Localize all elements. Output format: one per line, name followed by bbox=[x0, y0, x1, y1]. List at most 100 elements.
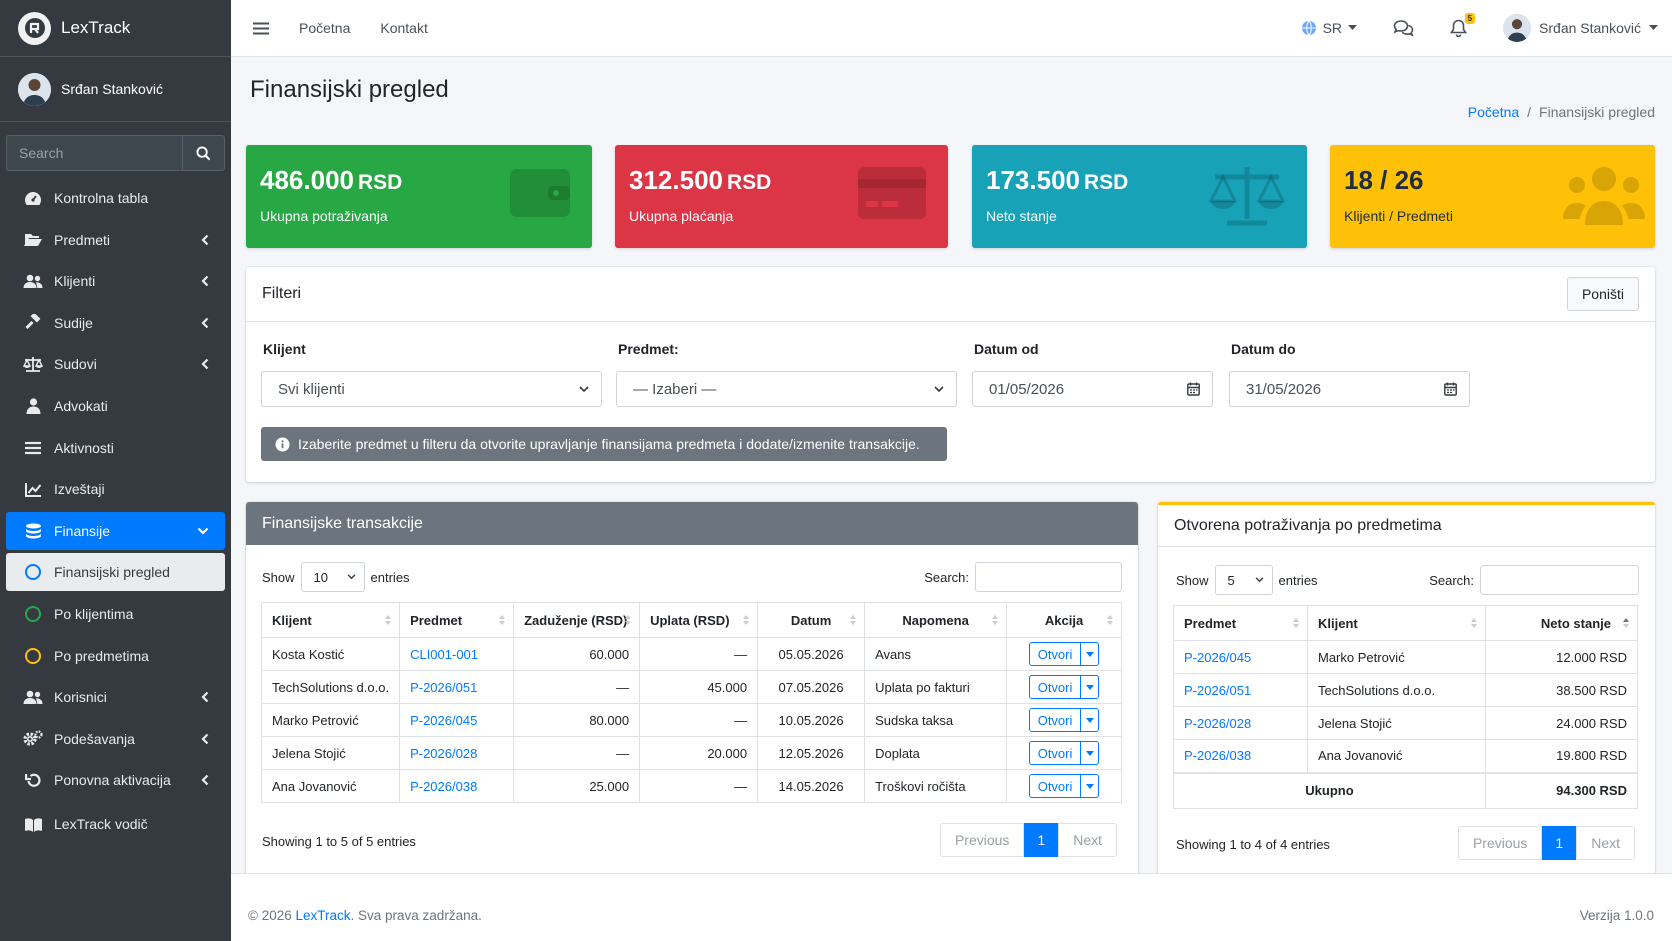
open-button[interactable]: Otvori bbox=[1030, 676, 1081, 698]
chevron-left-icon bbox=[201, 234, 209, 245]
case-link[interactable]: P-2026/045 bbox=[1184, 650, 1251, 665]
column-header-net-balance[interactable]: Neto stanje bbox=[1485, 605, 1638, 641]
cell-action: Otvori bbox=[1006, 769, 1122, 803]
case-link[interactable]: CLI001-001 bbox=[410, 647, 478, 662]
receivables-card: Otvorena potraživanja po predmetima Show… bbox=[1158, 502, 1655, 875]
open-button[interactable]: Otvori bbox=[1030, 742, 1081, 764]
receivables-page-size-select[interactable]: 5 bbox=[1214, 565, 1273, 595]
column-header-action[interactable]: Akcija bbox=[1006, 602, 1122, 638]
nav-link-contact[interactable]: Kontakt bbox=[380, 20, 427, 36]
cell-client: TechSolutions d.o.o. bbox=[260, 670, 401, 704]
column-header-client[interactable]: Klijent bbox=[260, 602, 401, 638]
dropdown-toggle-button[interactable] bbox=[1080, 643, 1098, 665]
sidebar-item-activities[interactable]: Aktivnosti bbox=[6, 429, 225, 467]
sidebar-item-reactivation[interactable]: Ponovna aktivacija bbox=[6, 761, 225, 799]
case-link[interactable]: P-2026/051 bbox=[1184, 683, 1251, 698]
case-select[interactable]: — Izaberi — bbox=[616, 371, 957, 407]
comments-icon bbox=[1393, 20, 1414, 37]
sidebar-item-by-cases[interactable]: Po predmetima bbox=[6, 637, 225, 675]
pagination-previous[interactable]: Previous bbox=[939, 823, 1025, 857]
dropdown-toggle-button[interactable] bbox=[1080, 676, 1098, 698]
table-row: P-2026/028 Jelena Stojić 24.000 RSD bbox=[1173, 706, 1638, 740]
pagination-next[interactable]: Next bbox=[1058, 823, 1117, 857]
dropdown-toggle-button[interactable] bbox=[1080, 742, 1098, 764]
sidebar-search-input[interactable] bbox=[6, 135, 182, 171]
cell-payment: 45.000 bbox=[639, 670, 759, 704]
sidebar-item-finance[interactable]: Finansije bbox=[6, 511, 225, 550]
sidebar-item-settings[interactable]: Podešavanja bbox=[6, 720, 225, 758]
receivables-search-input[interactable] bbox=[1480, 565, 1639, 595]
menu-toggle-button[interactable] bbox=[253, 22, 269, 35]
brand[interactable]: LexTrack bbox=[0, 0, 231, 57]
sidebar-item-reports[interactable]: Izveštaji bbox=[6, 470, 225, 508]
sidebar-item-judges[interactable]: Sudije bbox=[6, 304, 225, 342]
transactions-search-input[interactable] bbox=[975, 562, 1122, 592]
messages-button[interactable] bbox=[1393, 19, 1414, 37]
stat-unit: RSD bbox=[357, 171, 403, 194]
pagination-previous[interactable]: Previous bbox=[1457, 826, 1543, 860]
breadcrumb-home[interactable]: Početna bbox=[1468, 104, 1519, 120]
case-link[interactable]: P-2026/038 bbox=[410, 779, 477, 794]
sort-icon bbox=[499, 615, 506, 625]
column-header-debit[interactable]: Zaduženje (RSD) bbox=[513, 602, 641, 638]
stat-value: 18 / 26 bbox=[1344, 165, 1424, 195]
sidebar-item-by-clients[interactable]: Po klijentima bbox=[6, 595, 225, 633]
notifications-button[interactable]: 5 bbox=[1450, 13, 1476, 37]
footer-copyright: © 2026 LexTrack. Sva prava zadržana. bbox=[248, 908, 482, 923]
pagination-page-1[interactable]: 1 bbox=[1024, 823, 1059, 857]
sidebar-item-clients[interactable]: Klijenti bbox=[6, 262, 225, 300]
column-header-case[interactable]: Predmet bbox=[1173, 605, 1308, 641]
cogs-icon bbox=[22, 730, 44, 748]
user-menu[interactable]: Srđan Stanković bbox=[1503, 14, 1658, 42]
cell-action: Otvori bbox=[1006, 703, 1122, 737]
footer-brand-link[interactable]: LexTrack bbox=[296, 908, 351, 923]
sidebar-item-dashboard[interactable]: Kontrolna tabla bbox=[6, 179, 225, 217]
user-panel[interactable]: Srđan Stanković bbox=[0, 57, 231, 122]
chevron-down-icon bbox=[579, 385, 589, 392]
table-row: Ana Jovanović P-2026/038 25.000—14.05.2026… bbox=[260, 769, 1122, 803]
column-header-case[interactable]: Predmet bbox=[399, 602, 515, 638]
dropdown-toggle-button[interactable] bbox=[1080, 709, 1098, 731]
sidebar-search-button[interactable] bbox=[182, 135, 225, 171]
column-header-note[interactable]: Napomena bbox=[864, 602, 1008, 638]
sidebar-item-lawyers[interactable]: Advokati bbox=[6, 387, 225, 425]
pagination-next[interactable]: Next bbox=[1576, 826, 1635, 860]
pagination-page-1[interactable]: 1 bbox=[1542, 826, 1577, 860]
nav-link-home[interactable]: Početna bbox=[299, 20, 350, 36]
case-link[interactable]: P-2026/028 bbox=[1184, 716, 1251, 731]
circle-icon bbox=[25, 605, 41, 622]
column-header-payment[interactable]: Uplata (RSD) bbox=[639, 602, 759, 638]
sidebar-item-users[interactable]: Korisnici bbox=[6, 678, 225, 716]
dropdown-toggle-button[interactable] bbox=[1080, 775, 1098, 797]
page-title: Finansijski pregled bbox=[250, 76, 449, 103]
case-filter-label: Predmet: bbox=[618, 341, 679, 357]
case-link[interactable]: P-2026/038 bbox=[1184, 748, 1251, 763]
case-link[interactable]: P-2026/045 bbox=[410, 713, 477, 728]
cell-debit: 25.000 bbox=[513, 769, 641, 803]
column-header-date[interactable]: Datum bbox=[757, 602, 866, 638]
sidebar-search bbox=[6, 135, 225, 171]
cell-case: P-2026/045 bbox=[399, 703, 515, 737]
open-button[interactable]: Otvori bbox=[1030, 709, 1081, 731]
caret-down-icon bbox=[1649, 25, 1658, 30]
date-to-input[interactable]: 31/05/2026 bbox=[1229, 371, 1470, 407]
balance-scale-icon bbox=[22, 355, 44, 373]
case-link[interactable]: P-2026/028 bbox=[410, 746, 477, 761]
table-row: Kosta Kostić CLI001-001 60.000—05.05.2026 A… bbox=[260, 637, 1122, 671]
transactions-page-size-select[interactable]: 10 bbox=[300, 562, 365, 592]
language-dropdown[interactable]: SR bbox=[1301, 20, 1358, 36]
open-button[interactable]: Otvori bbox=[1030, 775, 1081, 797]
reset-filters-button[interactable]: Poništi bbox=[1566, 277, 1639, 311]
column-header-client[interactable]: Klijent bbox=[1307, 605, 1486, 641]
sidebar-item-courts[interactable]: Sudovi bbox=[6, 345, 225, 383]
client-select[interactable]: Svi klijenti bbox=[261, 371, 602, 407]
sidebar-item-guide[interactable]: LexTrack vodič bbox=[6, 805, 225, 843]
case-link[interactable]: P-2026/051 bbox=[410, 680, 477, 695]
date-from-input[interactable]: 01/05/2026 bbox=[972, 371, 1213, 407]
open-action-group: Otvori bbox=[1028, 675, 1100, 699]
sidebar-item-cases[interactable]: Predmeti bbox=[6, 221, 225, 259]
open-button[interactable]: Otvori bbox=[1030, 643, 1081, 665]
transactions-table-body: Kosta Kostić CLI001-001 60.000—05.05.2026 A… bbox=[260, 637, 1122, 803]
sidebar-item-financial-overview[interactable]: Finansijski pregled bbox=[6, 553, 225, 592]
users-icon bbox=[1561, 163, 1647, 227]
